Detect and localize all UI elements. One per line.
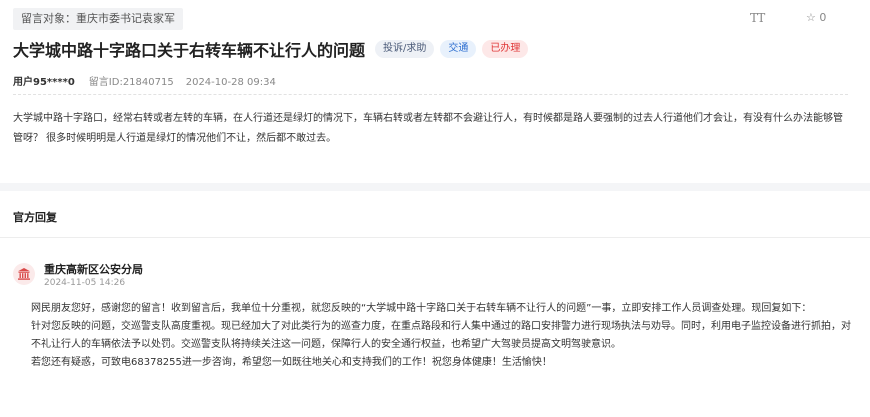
post-content: 大学城中路十字路口，经常右转或者左转的车辆，在人行道还是绿灯的情况下，车辆右转或… xyxy=(13,113,843,144)
divider xyxy=(0,237,870,238)
reply-paragraph: 针对您反映的问题，交巡警支队高度重视。现已经加大了对此类行为的巡查力度，在重点路… xyxy=(31,321,851,350)
star-icon: ☆ xyxy=(806,11,816,24)
post-user: 用户95****0 xyxy=(13,77,75,88)
reply-org-name: 重庆高新区公安分局 xyxy=(44,263,143,276)
post-meta: 用户95****0 留言ID:21840715 2024-10-28 09:34 xyxy=(13,73,276,88)
favorite-button[interactable]: ☆ 0 xyxy=(806,11,826,24)
government-building-icon xyxy=(13,263,35,285)
reply-paragraph: 网民朋友您好，感谢您的留言！收到留言后，我单位十分重视，就您反映的“大学城中路十… xyxy=(31,303,812,314)
favorite-count: 0 xyxy=(819,11,827,24)
reply-paragraph: 若您还有疑惑，可致电68378255进一步咨询，希望您一如既往地关心和支持我们的… xyxy=(31,357,552,368)
post-datetime: 2024-10-28 09:34 xyxy=(185,77,276,88)
reply-time: 2024-11-05 14:26 xyxy=(44,278,126,288)
divider xyxy=(13,94,848,95)
post-title: 大学城中路十字路口关于右转车辆不让行人的问题 xyxy=(13,41,366,60)
font-size-button[interactable]: TT xyxy=(750,11,765,25)
category-tag: 交通 xyxy=(440,40,477,58)
type-tag: 投诉/求助 xyxy=(375,40,435,58)
message-target-tag: 留言对象：重庆市委书记袁家军 xyxy=(13,8,183,30)
status-badge: 已办理 xyxy=(482,40,529,58)
post-id: 留言ID:21840715 xyxy=(88,77,174,88)
reply-section-title: 官方回复 xyxy=(13,211,57,224)
reply-body: 网民朋友您好，感谢您的留言！收到留言后，我单位十分重视，就您反映的“大学城中路十… xyxy=(31,300,853,372)
section-separator xyxy=(0,183,870,191)
toolbar: TT ☆ 0 xyxy=(750,11,870,27)
post-title-row: 大学城中路十字路口关于右转车辆不让行人的问题 投诉/求助 交通 已办理 xyxy=(13,37,860,61)
